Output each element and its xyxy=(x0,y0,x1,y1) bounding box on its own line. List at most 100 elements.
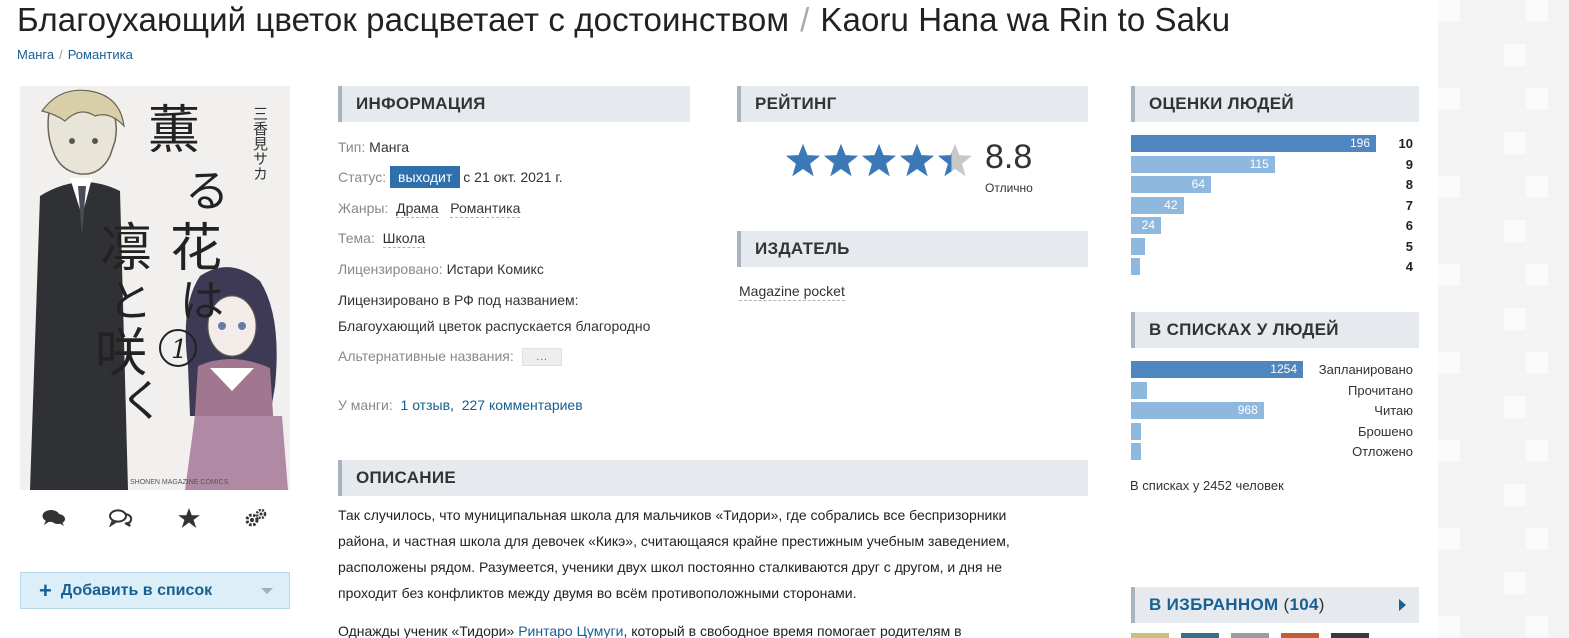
info-theme-row: Тема: Школа xyxy=(338,230,426,248)
cover-title-char-2: る xyxy=(185,166,229,217)
favorites-paren: ) xyxy=(1318,595,1325,614)
cover-image[interactable]: 薫 る 花 は 凛 と 咲 く 1 三香見サカ SHONEN MAGAZINE … xyxy=(20,86,290,490)
avatar[interactable] xyxy=(1231,633,1269,638)
rating-header: РЕЙТИНГ xyxy=(737,86,1088,122)
cover-title-char-8: く xyxy=(120,376,164,427)
publisher-link[interactable]: Magazine pocket xyxy=(739,283,845,301)
chat-icon[interactable] xyxy=(106,505,136,531)
breadcrumb: Манга / Романтика xyxy=(17,47,133,62)
score-bar-label: 6 xyxy=(1405,218,1413,233)
description-paragraph-2: Однажды ученик «Тидори» Ринтаро Цумуги, … xyxy=(338,618,1088,638)
background-tile xyxy=(1504,484,1526,506)
description-text: Однажды ученик «Тидори» xyxy=(338,623,515,638)
list-bar xyxy=(1131,381,1148,399)
background-tile xyxy=(1438,0,1460,22)
list-bar-row: 968 Читаю xyxy=(1131,402,1419,419)
info-manga-has-key: У манги: xyxy=(338,397,393,413)
background-tile xyxy=(1504,572,1526,594)
comments-icon[interactable] xyxy=(39,505,69,531)
plus-icon: + xyxy=(39,577,52,603)
info-licensed-ru-key: Лицензировано в РФ под названием: xyxy=(338,292,579,308)
rating-star-icon xyxy=(862,143,896,177)
background-tile xyxy=(1438,616,1460,638)
score-bar xyxy=(1131,258,1140,275)
info-alt-names-row: Альтернативные названия: … xyxy=(338,348,562,367)
favorites-count: 104 xyxy=(1289,595,1319,614)
background-tile xyxy=(1526,176,1548,198)
favorites-title: В ИЗБРАННОМ xyxy=(1149,595,1279,614)
page-title: Благоухающий цветок расцветает с достоин… xyxy=(17,0,1230,40)
character-link[interactable]: Ринтаро Цумуги xyxy=(518,623,623,638)
breadcrumb-separator: / xyxy=(59,47,63,62)
list-bar: 968 xyxy=(1131,402,1264,419)
title-separator: / xyxy=(800,1,810,38)
info-type-row: Тип: Манга xyxy=(338,139,409,155)
avatar[interactable] xyxy=(1181,633,1219,638)
cover-volume: 1 xyxy=(171,335,188,365)
background-tile xyxy=(1504,220,1526,242)
gears-icon[interactable] xyxy=(241,505,271,531)
page-background-pattern xyxy=(1438,0,1569,638)
info-licensed-key: Лицензировано: xyxy=(338,261,443,277)
cover-title-char-5: 凛 xyxy=(100,219,152,279)
publisher-row: Magazine pocket xyxy=(739,283,845,301)
rating-score: 8.8 xyxy=(985,138,1033,176)
breadcrumb-manga[interactable]: Манга xyxy=(17,47,54,62)
title-romaji: Kaoru Hana wa Rin to Saku xyxy=(820,1,1231,38)
info-theme-key: Тема: xyxy=(338,230,375,246)
reviews-link[interactable]: 1 отзыв xyxy=(401,397,451,413)
score-bar-label: 9 xyxy=(1405,156,1413,172)
genre-link-romance[interactable]: Романтика xyxy=(450,200,521,218)
score-bar-row: 42 7 xyxy=(1131,196,1419,214)
score-bar: 115 xyxy=(1131,155,1275,173)
breadcrumb-romance[interactable]: Романтика xyxy=(68,47,133,62)
genre-link-drama[interactable]: Драма xyxy=(396,200,439,218)
background-tile xyxy=(1504,132,1526,154)
theme-link-school[interactable]: Школа xyxy=(382,230,426,248)
chevron-right-icon[interactable] xyxy=(1399,599,1406,611)
list-bar-row: 1254 Запланировано xyxy=(1131,361,1419,378)
avatar[interactable] xyxy=(1131,633,1169,638)
avatar[interactable] xyxy=(1281,633,1319,638)
score-bar: 64 xyxy=(1131,176,1211,193)
list-bar-row: Брошено xyxy=(1131,422,1419,440)
background-tile xyxy=(1438,176,1460,198)
score-bar-row: 115 9 xyxy=(1131,155,1419,173)
background-tile xyxy=(1526,88,1548,110)
background-tile xyxy=(1438,88,1460,110)
description-line: расположены рядом. Разумеется, ученики д… xyxy=(338,559,1002,575)
score-bar: 196 xyxy=(1131,135,1376,152)
comments-link[interactable]: 227 комментариев xyxy=(462,397,583,413)
info-status-key: Статус: xyxy=(338,169,387,185)
background-tile xyxy=(1504,308,1526,330)
score-bar xyxy=(1131,237,1145,255)
add-to-list-button[interactable]: + Добавить в список xyxy=(20,572,290,609)
rating-star-icon xyxy=(786,143,820,177)
cover-title-char-7: 咲 xyxy=(95,324,147,384)
cover-publisher-mark: SHONEN MAGAZINE COMICS xyxy=(130,479,229,486)
info-genres-row: Жанры: Драма Романтика xyxy=(338,200,521,218)
list-bar-label: Запланировано xyxy=(1318,362,1413,377)
background-tile xyxy=(1438,440,1460,462)
star-icon[interactable] xyxy=(174,505,204,531)
info-comma: , xyxy=(450,397,454,413)
score-bar-label: 7 xyxy=(1405,197,1413,213)
background-tile xyxy=(1526,352,1548,374)
score-bar-label: 4 xyxy=(1405,259,1413,274)
chevron-down-icon[interactable] xyxy=(261,588,273,594)
score-bar-row: 4 xyxy=(1131,258,1419,275)
info-alt-names-key: Альтернативные названия: xyxy=(338,348,514,364)
favorites-header[interactable]: В ИЗБРАННОМ (104) xyxy=(1131,587,1419,623)
alt-names-expand-button[interactable]: … xyxy=(521,348,562,367)
rating-star-icon xyxy=(824,143,858,177)
list-bar-label: Прочитано xyxy=(1348,382,1413,398)
publisher-header: ИЗДАТЕЛЬ xyxy=(737,231,1088,267)
score-bar-label: 5 xyxy=(1405,238,1413,254)
avatar[interactable] xyxy=(1331,633,1369,638)
info-licensed-row: Лицензировано: Истари Комикс xyxy=(338,261,544,277)
score-bar-label: 10 xyxy=(1398,136,1413,151)
status-badge: выходит xyxy=(390,166,461,188)
description-paragraph-1: Так случилось, что муниципальная школа д… xyxy=(338,502,1088,606)
score-bar-label: 8 xyxy=(1405,177,1413,192)
background-tile xyxy=(1438,528,1460,550)
